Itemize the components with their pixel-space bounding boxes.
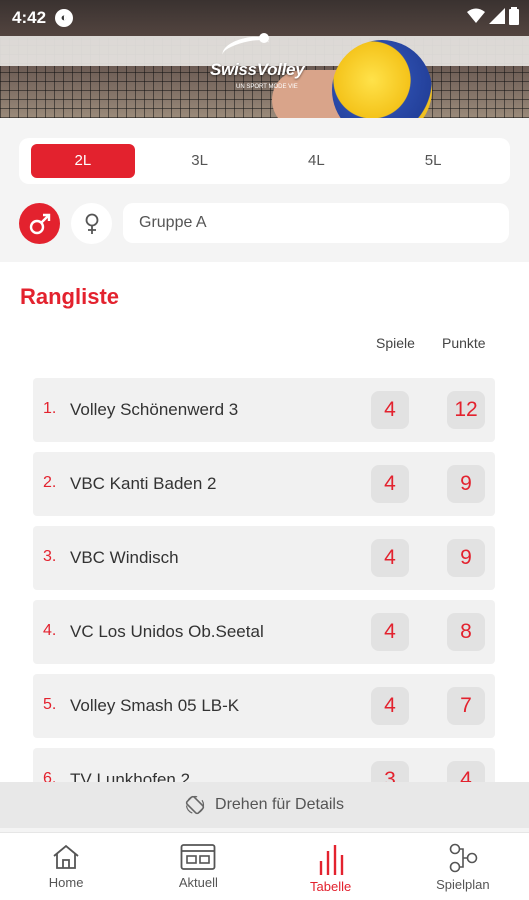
swissvolley-logo: SwissVolley <box>210 60 305 79</box>
nav-aktuell[interactable]: Aktuell <box>132 833 264 900</box>
nav-spielplan-label: Spielplan <box>436 877 490 892</box>
column-header-points: Punkte <box>442 335 486 351</box>
nav-tabelle-label: Tabelle <box>310 879 352 894</box>
table-row[interactable]: 3. VBC Windisch 4 9 <box>33 526 495 590</box>
row-rank: 1. <box>43 400 57 417</box>
row-points: 9 <box>447 465 485 503</box>
male-icon <box>29 213 50 234</box>
row-rank: 4. <box>43 622 57 639</box>
row-rank: 2. <box>43 474 57 491</box>
tab-4l[interactable]: 4L <box>265 144 369 178</box>
row-team: VBC Windisch <box>70 548 179 567</box>
row-points: 4 <box>447 761 485 782</box>
nav-aktuell-label: Aktuell <box>178 875 218 890</box>
status-icons <box>467 7 519 25</box>
page-title: Rangliste <box>20 284 120 309</box>
row-points: 8 <box>447 613 485 651</box>
tab-2l[interactable]: 2L <box>31 144 135 178</box>
rotate-hint-text: Drehen für Details <box>215 796 344 813</box>
league-tabs: 2L 3L 4L 5L <box>19 138 510 184</box>
bottom-navigation: Home Aktuell Tabelle Spielplan <box>0 832 529 900</box>
row-team: VC Los Unidos Ob.Seetal <box>70 622 264 641</box>
nav-home-label: Home <box>48 875 84 890</box>
row-rank: 3. <box>43 548 57 565</box>
row-points: 7 <box>447 687 485 725</box>
home-icon <box>53 844 79 869</box>
rotate-hint-bar: Drehen für Details <box>0 782 529 828</box>
table-row[interactable]: 2. VBC Kanti Baden 2 4 9 <box>33 452 495 516</box>
logo-subtext: UN SPORT MODE VIE <box>236 84 298 90</box>
row-points: 9 <box>447 539 485 577</box>
news-icon <box>180 844 216 870</box>
nav-tabelle[interactable]: Tabelle <box>265 833 397 900</box>
battery-icon <box>509 7 519 25</box>
tab-3l[interactable]: 3L <box>148 144 252 178</box>
app-notification-icon: ◐ <box>55 9 73 27</box>
row-team: VBC Kanti Baden 2 <box>70 474 217 493</box>
signal-icon <box>489 8 505 24</box>
rotate-icon <box>185 795 205 815</box>
wifi-icon <box>467 8 485 23</box>
row-games: 4 <box>371 687 409 725</box>
row-team: TV Lunkhofen 2 <box>70 770 191 782</box>
status-bar: 4:42 ◐ <box>0 0 529 36</box>
status-time: 4:42 <box>12 8 47 27</box>
row-rank: 6. <box>43 770 57 782</box>
table-row[interactable]: 5. Volley Smash 05 LB-K 4 7 <box>33 674 495 738</box>
row-games: 4 <box>371 613 409 651</box>
row-rank: 5. <box>43 696 57 713</box>
row-games: 4 <box>371 465 409 503</box>
column-header-games: Spiele <box>376 335 415 351</box>
male-filter-button[interactable] <box>19 203 60 244</box>
nav-home[interactable]: Home <box>0 833 132 900</box>
row-team: Volley Smash 05 LB-K <box>70 696 240 715</box>
female-filter-button[interactable] <box>71 203 112 244</box>
table-row[interactable]: 6. TV Lunkhofen 2 3 4 <box>33 748 495 782</box>
row-games: 4 <box>371 539 409 577</box>
group-select[interactable]: Gruppe A <box>123 203 509 243</box>
table-icon <box>319 845 343 875</box>
table-row[interactable]: 4. VC Los Unidos Ob.Seetal 4 8 <box>33 600 495 664</box>
standings-panel: Rangliste Spiele Punkte 1. Volley Schöne… <box>0 262 529 782</box>
row-games: 4 <box>371 391 409 429</box>
schedule-icon <box>449 843 478 873</box>
female-icon <box>85 213 98 234</box>
tab-5l[interactable]: 5L <box>381 144 485 178</box>
row-points: 12 <box>447 391 485 429</box>
row-games: 3 <box>371 761 409 782</box>
nav-spielplan[interactable]: Spielplan <box>397 833 529 900</box>
table-row[interactable]: 1. Volley Schönenwerd 3 4 12 <box>33 378 495 442</box>
row-team: Volley Schönenwerd 3 <box>70 400 239 419</box>
